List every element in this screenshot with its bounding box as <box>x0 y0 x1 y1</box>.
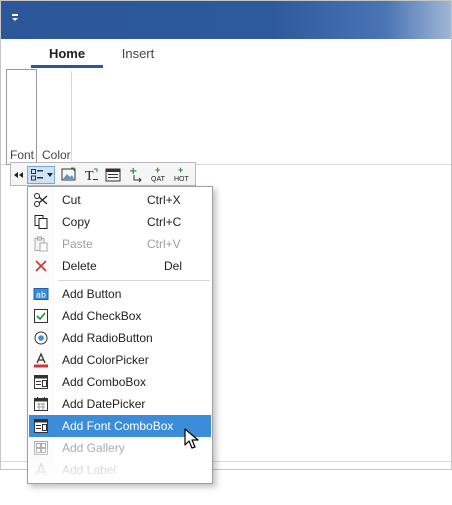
menu-item-cut[interactable]: Cut Ctrl+X <box>29 189 211 211</box>
overflow-arrows-icon[interactable] <box>13 166 25 184</box>
checkbox-icon <box>34 309 48 323</box>
menu-item-label: Paste <box>62 237 93 251</box>
tab-home[interactable]: Home <box>31 45 103 65</box>
plus-icon: + <box>178 165 184 175</box>
paste-icon <box>34 236 48 252</box>
svg-text:T: T <box>85 169 94 184</box>
menu-item-add-radiobutton[interactable]: Add RadioButton <box>29 327 211 349</box>
chevron-down-icon <box>47 173 53 177</box>
menu-item-add-datepicker[interactable]: Add DatePicker <box>29 393 211 415</box>
add-to-hot-button[interactable]: + HOT <box>172 166 194 184</box>
menu-item-label: Add ColorPicker <box>62 353 149 367</box>
group-label-font[interactable]: Font <box>10 148 34 162</box>
tab-home-indicator <box>31 65 103 68</box>
table-icon[interactable] <box>103 166 123 184</box>
menu-item-label: Delete <box>62 259 97 273</box>
menu-item-label: Add ComboBox <box>62 375 147 389</box>
menu-item-shortcut: Ctrl+C <box>147 215 182 229</box>
menu-item-label: Add Font ComboBox <box>62 419 174 433</box>
copy-icon <box>34 215 48 229</box>
menu-item-delete[interactable]: Delete Del <box>29 255 211 277</box>
svg-text:ab: ab <box>36 291 46 300</box>
menu-item-label: Add CheckBox <box>62 309 142 323</box>
menu-item-label: Add Label <box>62 463 117 477</box>
menu-item-label: Add RadioButton <box>62 331 153 345</box>
svg-text:+: + <box>129 166 137 177</box>
ribbon-panel: Font Color <box>1 69 451 165</box>
menu-item-paste[interactable]: Paste Ctrl+V <box>29 233 211 255</box>
gallery-icon <box>34 441 48 455</box>
menu-item-add-combobox[interactable]: Add ComboBox <box>29 371 211 393</box>
mouse-pointer-icon <box>184 428 199 449</box>
calendar-icon <box>34 397 48 411</box>
hot-label: HOT <box>174 176 189 183</box>
plus-icon: + <box>155 165 161 175</box>
menu-item-shortcut: Del <box>164 259 183 273</box>
menu-item-label: Cut <box>62 193 81 207</box>
menu-item-add-label[interactable]: Add Label <box>29 459 211 481</box>
add-to-group-icon[interactable]: + <box>127 166 147 184</box>
qat-label: QAT <box>151 176 165 183</box>
customize-toolbar: T + + QAT + HOT <box>10 162 196 186</box>
group-label-color[interactable]: Color <box>42 148 71 162</box>
title-bar <box>1 1 451 39</box>
delete-x-icon <box>35 260 47 272</box>
menu-item-copy[interactable]: Copy Ctrl+C <box>29 211 211 233</box>
menu-item-add-colorpicker[interactable]: Add ColorPicker <box>29 349 211 371</box>
button-icon: ab <box>33 288 49 300</box>
command-list-dropdown-button[interactable] <box>27 166 55 184</box>
menu-item-shortcut: Ctrl+V <box>147 237 181 251</box>
add-to-qat-button[interactable]: + QAT <box>149 166 171 184</box>
menu-item-label: Add Gallery <box>62 441 125 455</box>
menu-separator <box>58 280 210 281</box>
menu-item-label: Copy <box>62 215 91 229</box>
font-combobox-icon <box>34 419 48 433</box>
color-picker-icon <box>34 352 48 368</box>
group-divider <box>71 71 72 161</box>
quick-access-customize-icon[interactable] <box>11 14 21 24</box>
menu-item-add-button[interactable]: ab Add Button <box>29 283 211 305</box>
tab-insert[interactable]: Insert <box>109 45 167 65</box>
menu-item-label: Add DatePicker <box>62 397 146 411</box>
radio-button-icon <box>34 331 48 345</box>
menu-item-add-checkbox[interactable]: Add CheckBox <box>29 305 211 327</box>
image-icon[interactable] <box>59 166 79 184</box>
command-list-icon <box>31 169 43 181</box>
scissors-icon <box>34 193 48 207</box>
text-format-icon[interactable]: T <box>81 166 101 184</box>
menu-item-shortcut: Ctrl+X <box>147 193 181 207</box>
combobox-icon <box>34 375 48 389</box>
menu-item-label: Add Button <box>62 287 122 301</box>
label-icon <box>35 462 47 477</box>
